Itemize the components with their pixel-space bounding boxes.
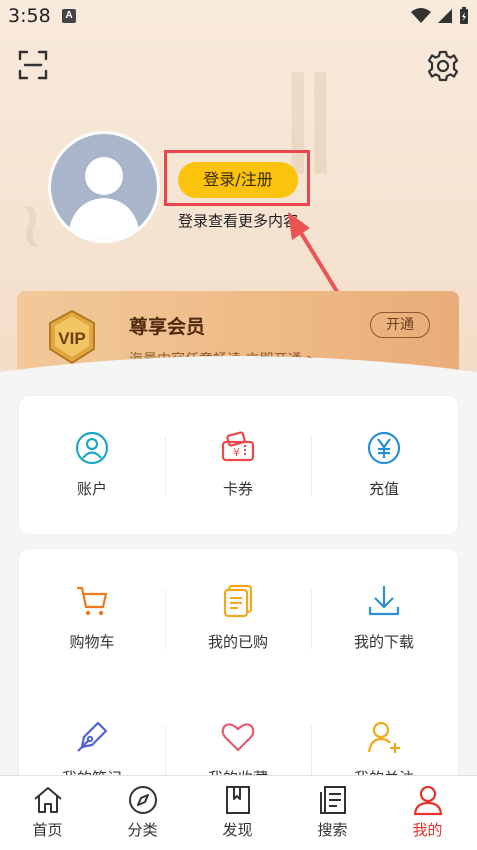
vip-badge-text: VIP [58,329,85,348]
recharge-item[interactable]: 充值 [311,430,457,499]
download-icon [368,586,400,616]
wifi-icon [411,8,431,23]
bottom-tab-bar: 首页 分类 发现 搜索 我的 [0,775,477,850]
battery-icon [460,7,468,24]
tab-discover-label: 发现 [222,821,253,839]
tab-category-label: 分类 [127,821,158,839]
cart-label: 购物车 [69,633,115,651]
vip-title: 尊享会员 [129,316,206,338]
tab-home-label: 首页 [32,821,63,839]
status-bar: 3:58 A [0,0,477,32]
scan-icon[interactable] [18,50,48,80]
notification-icon: A [62,9,76,23]
cart-icon [77,586,108,616]
account-card: 账户 ¥ 卡券 充值 [19,396,458,534]
coupon-item[interactable]: ¥ 卡券 [165,430,311,499]
tab-category[interactable]: 分类 [95,784,190,840]
hero-curve [0,356,477,400]
search-doc-icon [319,786,346,814]
follow-icon [367,721,400,753]
default-avatar-icon [67,157,141,240]
compass-icon [128,786,157,814]
user-icon [413,785,442,816]
book-icon [225,786,250,814]
coupon-icon: ¥ [221,431,255,462]
purchased-label: 我的已购 [207,633,268,651]
tab-search[interactable]: 搜索 [285,784,380,840]
status-time: 3:58 [8,5,51,27]
purchased-item[interactable]: 我的已购 [165,583,311,652]
signal-icon [438,9,452,23]
gear-icon[interactable] [426,49,460,83]
tab-home[interactable]: 首页 [0,784,95,840]
avatar[interactable] [48,131,160,243]
account-item[interactable]: 账户 [19,430,165,499]
vip-open-button[interactable]: 开通 [370,312,430,338]
recharge-icon [367,431,401,465]
note-icon [77,721,108,752]
recharge-label: 充值 [368,480,399,498]
download-item[interactable]: 我的下载 [311,583,457,652]
svg-text:¥: ¥ [233,446,240,459]
account-icon [75,431,109,465]
services-card: 购物车 我的已购 我的下载 我的笔记 我的收藏 [19,549,458,789]
purchased-icon [223,584,253,618]
home-icon [33,787,62,813]
tab-mine[interactable]: 我的 [380,784,475,840]
cart-item[interactable]: 购物车 [19,583,165,652]
login-register-button[interactable]: 登录/注册 [178,162,298,198]
tab-mine-label: 我的 [412,821,443,839]
coupon-label: 卡券 [222,480,253,498]
tab-discover[interactable]: 发现 [190,784,285,840]
status-icons [411,6,469,26]
download-label: 我的下载 [353,633,414,651]
decor-brush: ≀ [20,190,43,260]
tab-search-label: 搜索 [317,821,348,839]
account-label: 账户 [76,480,107,498]
heart-icon [221,723,255,752]
